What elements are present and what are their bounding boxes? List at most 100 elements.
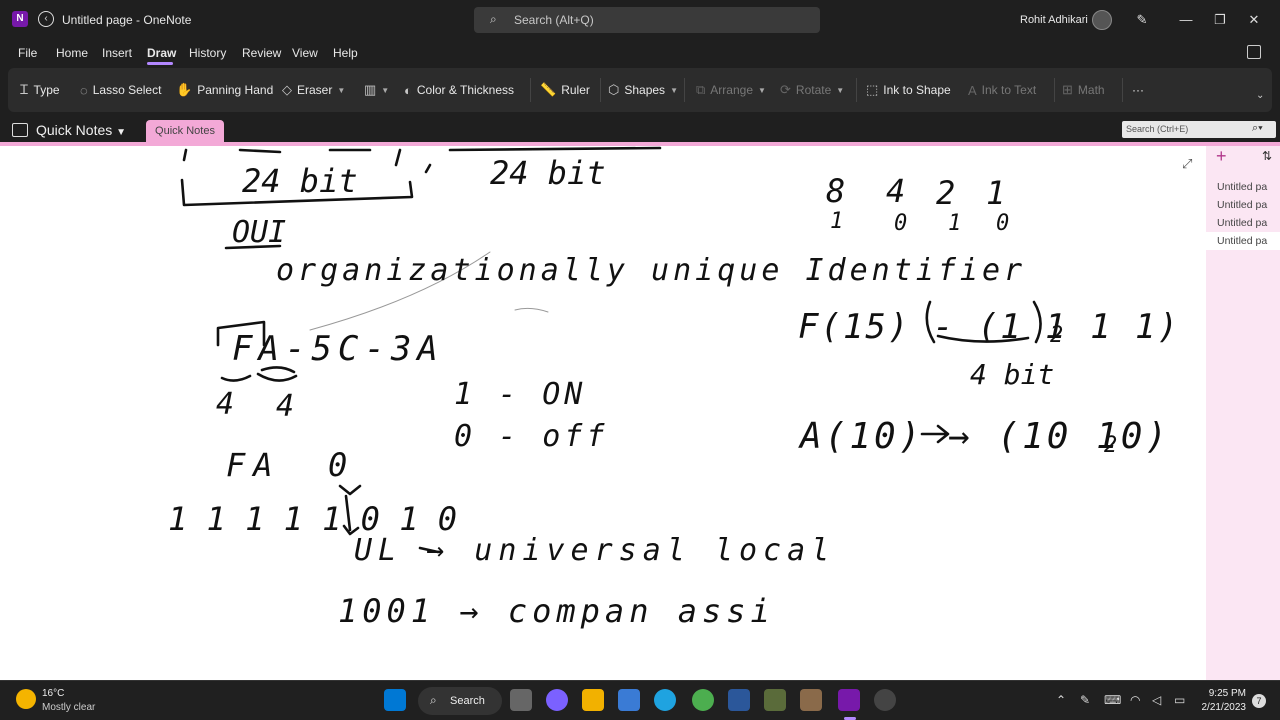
ink-text-oui: OUI xyxy=(232,215,286,250)
notebook-bar: Quick Notes ▼ Quick Notes Search (Ctrl+E… xyxy=(0,118,1280,144)
battery-icon[interactable]: ▭ xyxy=(1174,693,1185,707)
menu-bar: File Home Insert Draw History Review Vie… xyxy=(0,40,1280,66)
panning-hand-button[interactable]: ✋ Panning Hand xyxy=(176,81,273,99)
weather-temperature: 16°C xyxy=(42,688,65,699)
volume-icon[interactable]: ◁ xyxy=(1152,693,1161,707)
clock-date[interactable]: 2/21/2023 xyxy=(1196,702,1247,713)
menu-draw[interactable]: Draw xyxy=(147,46,176,60)
arrange-label: Arrange xyxy=(710,83,753,97)
ink-text-mac: FA-5C-3A xyxy=(232,329,444,369)
expand-icon[interactable]: ⤢ xyxy=(1182,156,1192,172)
page-search-input[interactable]: Search (Ctrl+E) ⌕▾ xyxy=(1122,121,1276,138)
sort-pages-icon[interactable]: ⇅ xyxy=(1262,149,1272,163)
chevron-down-icon: ▼ xyxy=(670,85,678,95)
ink-to-shape-icon: ⬚ xyxy=(866,82,879,97)
avatar[interactable] xyxy=(1092,10,1112,30)
start-button-icon[interactable] xyxy=(384,689,406,711)
notebook-selector[interactable]: Quick Notes ▼ xyxy=(36,122,126,138)
section-tab-quick-notes[interactable]: Quick Notes xyxy=(146,120,224,144)
task-view-icon[interactable] xyxy=(510,689,532,711)
clock-time[interactable]: 9:25 PM xyxy=(1206,688,1246,699)
ink-place-bit: 1 xyxy=(948,211,961,236)
shapes-button[interactable]: ⬡ Shapes ▼ xyxy=(608,81,678,99)
menu-file[interactable]: File xyxy=(18,46,37,60)
ink-to-text-label: Ink to Text xyxy=(981,83,1037,97)
chat-icon[interactable] xyxy=(546,689,568,711)
store-icon[interactable] xyxy=(618,689,640,711)
menu-insert[interactable]: Insert xyxy=(102,46,132,60)
obs-icon[interactable] xyxy=(874,689,896,711)
library-icon[interactable] xyxy=(800,689,822,711)
lasso-select-button[interactable]: ◌ Lasso Select xyxy=(80,81,161,99)
notification-badge[interactable]: 7 xyxy=(1252,694,1266,708)
lasso-icon: ◌ xyxy=(80,82,88,98)
math-button[interactable]: ⊞ Math xyxy=(1062,81,1105,99)
page-item[interactable]: Untitled pa xyxy=(1206,196,1280,214)
onenote-taskbar-icon[interactable] xyxy=(838,689,860,711)
shapes-label: Shapes xyxy=(624,83,666,97)
ink-text-zero: 0 xyxy=(328,446,347,484)
pen-tray-icon[interactable]: ✎ xyxy=(1080,693,1090,707)
more-options-button[interactable]: ··· xyxy=(1132,81,1144,99)
page-item-selected[interactable]: Untitled pa xyxy=(1206,232,1280,250)
close-button[interactable]: ✕ xyxy=(1244,10,1264,30)
ribbon-divider xyxy=(530,78,531,102)
ribbon-divider xyxy=(684,78,685,102)
user-name[interactable]: Rohit Adhikari xyxy=(1020,14,1088,26)
file-explorer-icon[interactable] xyxy=(582,689,604,711)
ink-text-org-full: organizationally unique Identifier xyxy=(276,253,1026,288)
add-page-icon[interactable]: + xyxy=(1216,146,1227,167)
ink-to-text-button[interactable]: A Ink to Text xyxy=(968,81,1036,99)
ink-place-bit: 1 xyxy=(830,209,843,234)
ink-text-nibble-left: 4 xyxy=(216,387,234,422)
taskbar-search-button[interactable]: ⌕ Search xyxy=(418,687,502,715)
weather-description: Mostly clear xyxy=(42,702,96,713)
minimize-button[interactable]: — xyxy=(1176,10,1196,30)
search-placeholder: Search (Alt+Q) xyxy=(514,13,594,27)
chevron-up-icon[interactable]: ⌃ xyxy=(1056,693,1066,707)
wifi-icon[interactable]: ◠ xyxy=(1130,693,1140,707)
page-list: + ⇅ Untitled pa Untitled pa Untitled pa … xyxy=(1206,146,1280,680)
eraser-icon: ◇ xyxy=(282,82,292,97)
notebook-icon[interactable] xyxy=(12,123,28,137)
ink-text-fa: FA xyxy=(226,446,281,484)
page-item[interactable]: Untitled pa xyxy=(1206,178,1280,196)
ink-layer: 24 bit 24 bit OUI organizationally uniqu… xyxy=(168,146,1178,630)
page-item[interactable]: Untitled pa xyxy=(1206,214,1280,232)
word-icon[interactable] xyxy=(728,689,750,711)
eraser-button[interactable]: ◇ Eraser ▼ xyxy=(282,81,345,99)
immersive-reader-icon[interactable] xyxy=(1247,45,1261,59)
menu-help[interactable]: Help xyxy=(333,46,358,60)
cursor-text-icon: Ꮖ xyxy=(20,82,29,97)
utorrent-icon[interactable] xyxy=(692,689,714,711)
math-label: Math xyxy=(1077,83,1105,97)
maximize-button[interactable]: ❐ xyxy=(1210,10,1230,30)
ruler-button[interactable]: 📏 Ruler xyxy=(540,81,590,99)
collapse-ribbon-icon[interactable]: ⌄ xyxy=(1256,90,1264,101)
weather-moon-icon[interactable] xyxy=(16,689,36,709)
ink-subscript-2: 2 xyxy=(1104,433,1117,458)
ink-place-value: 1 xyxy=(986,174,1005,212)
pen-icon[interactable]: ✎ xyxy=(1132,10,1152,30)
edge-icon[interactable] xyxy=(654,689,676,711)
rotate-button[interactable]: ⟳ Rotate ▼ xyxy=(780,81,844,99)
menu-review[interactable]: Review xyxy=(242,46,281,60)
arrange-button[interactable]: ⧉ Arrange ▼ xyxy=(696,81,766,99)
rotate-icon: ⟳ xyxy=(780,82,791,97)
search-input[interactable]: ⌕ Search (Alt+Q) xyxy=(474,7,820,33)
ink-to-shape-button[interactable]: ⬚ Ink to Shape xyxy=(866,81,951,99)
type-button[interactable]: Ꮖ Type xyxy=(20,81,60,99)
search-icon: ⌕ xyxy=(490,12,497,26)
app-icon[interactable] xyxy=(764,689,786,711)
touch-keyboard-icon[interactable]: ⌨ xyxy=(1104,693,1121,707)
type-label: Type xyxy=(33,83,60,97)
menu-view[interactable]: View xyxy=(292,46,318,60)
menu-home[interactable]: Home xyxy=(56,46,88,60)
pens-button[interactable]: ▥ ▼ xyxy=(364,81,389,99)
page-canvas[interactable]: 24 bit 24 bit OUI organizationally uniqu… xyxy=(0,146,1206,680)
back-icon[interactable]: ‹ xyxy=(38,11,54,27)
menu-history[interactable]: History xyxy=(189,46,226,60)
color-thickness-button[interactable]: ◐ Color & Thickness xyxy=(404,81,514,99)
ribbon-divider xyxy=(600,78,601,102)
ribbon: Ꮖ Type ◌ Lasso Select ✋ Panning Hand ◇ Erase… xyxy=(0,66,1280,118)
